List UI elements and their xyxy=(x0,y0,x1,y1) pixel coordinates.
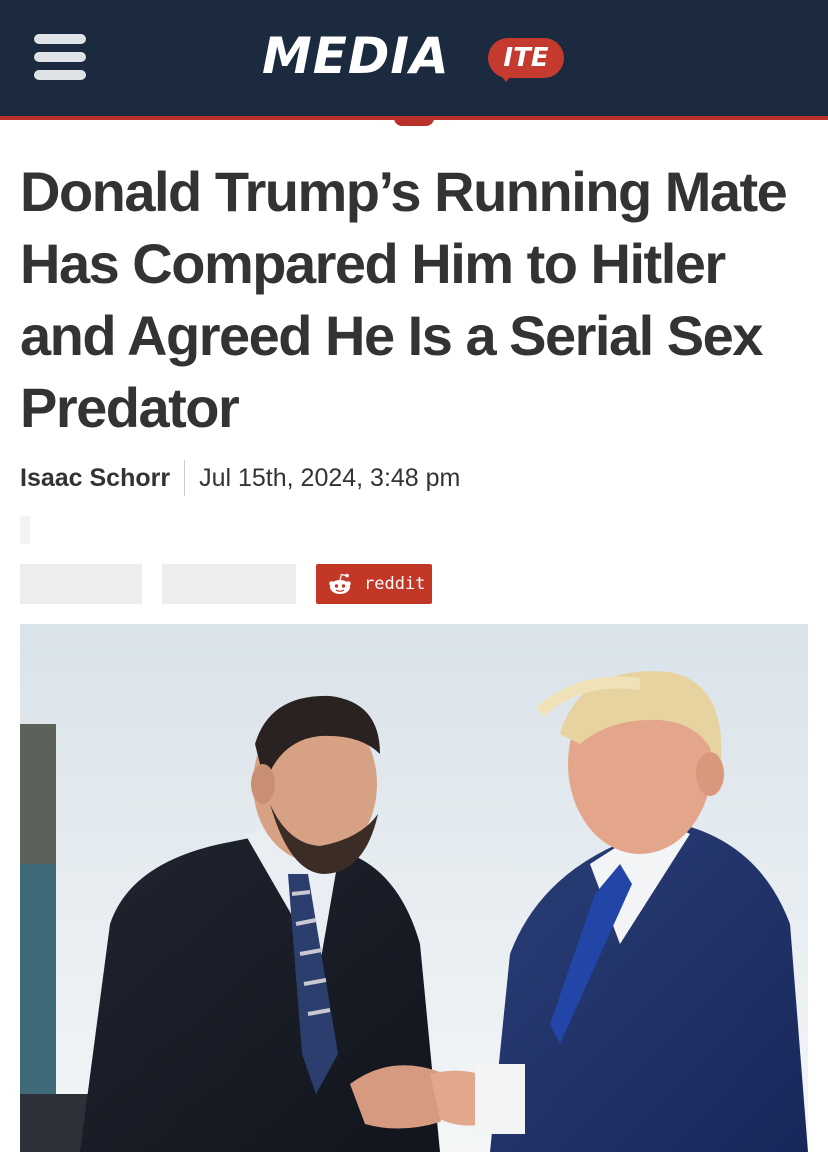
publish-date: Jul 15th, 2024, 3:48 pm xyxy=(199,463,461,492)
header-notch xyxy=(394,118,434,126)
menu-bar xyxy=(34,70,86,80)
menu-bar xyxy=(34,34,86,44)
reddit-label: reddit xyxy=(364,574,426,594)
reddit-alien-icon xyxy=(328,572,352,596)
hamburger-menu-icon[interactable] xyxy=(34,34,86,80)
share-button-placeholder[interactable] xyxy=(162,564,296,604)
menu-bar xyxy=(34,52,86,62)
site-logo[interactable]: MEDIA ITE xyxy=(262,28,572,84)
site-header: MEDIA ITE xyxy=(0,0,828,116)
logo-wordmark: MEDIA xyxy=(262,27,450,85)
share-button-placeholder[interactable] xyxy=(20,564,142,604)
author-link[interactable]: Isaac Schorr xyxy=(20,464,170,493)
ad-placeholder-mark xyxy=(20,516,30,544)
reddit-share-button[interactable]: reddit xyxy=(316,564,432,604)
logo-badge-tail xyxy=(498,72,514,82)
article-headline: Donald Trump’s Running Mate Has Compared… xyxy=(20,160,788,439)
byline: Isaac Schorr Jul 15th, 2024, 3:48 pm xyxy=(20,460,460,496)
byline-divider xyxy=(184,460,186,496)
article-photo xyxy=(20,624,808,1152)
